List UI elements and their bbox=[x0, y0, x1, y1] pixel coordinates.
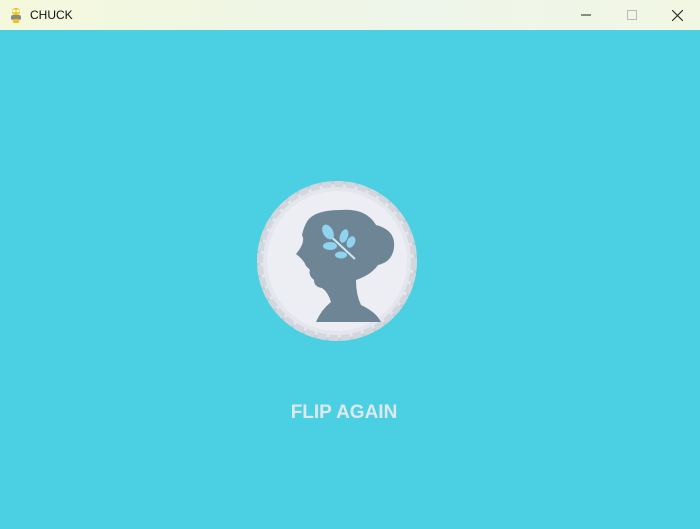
close-icon bbox=[671, 9, 683, 21]
minimize-icon bbox=[581, 14, 591, 16]
close-button[interactable] bbox=[654, 0, 700, 30]
minimize-button[interactable] bbox=[563, 0, 609, 30]
maximize-button[interactable] bbox=[609, 0, 655, 30]
game-area: FLIP AGAIN bbox=[0, 30, 700, 529]
python-snake-icon bbox=[11, 8, 21, 23]
maximize-icon bbox=[627, 10, 637, 20]
title-bar: CHUCK bbox=[0, 0, 700, 30]
flip-again-button[interactable]: FLIP AGAIN bbox=[250, 400, 438, 426]
coin-woman-profile-with-laurel-icon[interactable] bbox=[256, 180, 418, 342]
window-title: CHUCK bbox=[30, 8, 73, 22]
